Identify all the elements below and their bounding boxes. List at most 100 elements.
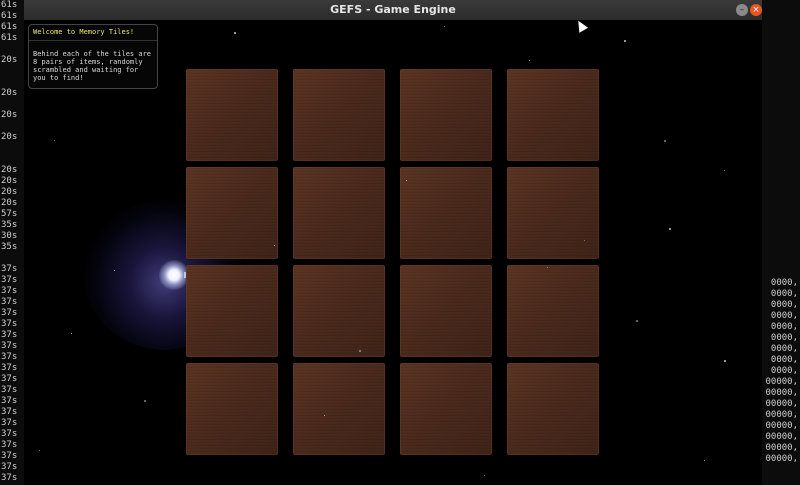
terminal-line: 00000, (765, 399, 798, 409)
panel-divider (29, 40, 157, 41)
memory-tile[interactable] (186, 69, 278, 161)
memory-tile[interactable] (507, 363, 599, 455)
memory-tile[interactable] (293, 265, 385, 357)
memory-tile[interactable] (293, 363, 385, 455)
terminal-line: 20s (1, 198, 18, 208)
terminal-line: 37s (1, 407, 18, 417)
terminal-line: 0000, (770, 355, 798, 365)
terminal-line: 0000, (770, 289, 798, 299)
terminal-line: 00000, (765, 443, 798, 453)
terminal-line: 37s (1, 308, 18, 318)
terminal-line: 37s (1, 462, 18, 472)
star (71, 333, 72, 334)
bright-star (159, 260, 189, 290)
terminal-line: 37s (1, 352, 18, 362)
star (484, 475, 485, 476)
window-title: GEFS - Game Engine (330, 3, 456, 16)
star (359, 350, 361, 352)
memory-tile[interactable] (186, 363, 278, 455)
terminal-line: 61s (1, 22, 18, 32)
close-button[interactable]: × (750, 4, 762, 16)
terminal-line: 37s (1, 473, 18, 483)
star (529, 60, 530, 61)
terminal-line: 37s (1, 319, 18, 329)
welcome-text: Behind each of the tiles are 8 pairs of … (33, 50, 152, 82)
terminal-line: 20s (1, 55, 18, 65)
terminal-line: 00000, (765, 388, 798, 398)
terminal-line: 20s (1, 187, 18, 197)
star (624, 40, 626, 42)
star (114, 270, 115, 271)
terminal-line: 0000, (770, 333, 798, 343)
terminal-line: 00000, (765, 421, 798, 431)
terminal-line: 61s (1, 0, 18, 10)
terminal-line: 37s (1, 264, 18, 274)
star (444, 26, 445, 27)
memory-tile[interactable] (186, 265, 278, 357)
terminal-line: 37s (1, 451, 18, 461)
terminal-line: 37s (1, 385, 18, 395)
star (669, 228, 671, 230)
star (144, 400, 146, 402)
star (39, 450, 40, 451)
terminal-line: 0000, (770, 300, 798, 310)
welcome-panel: Welcome to Memory Tiles! Behind each of … (28, 24, 158, 89)
terminal-line: 37s (1, 396, 18, 406)
terminal-line: 0000, (770, 278, 798, 288)
tile-grid (186, 69, 600, 457)
terminal-line: 37s (1, 418, 18, 428)
terminal-line: 37s (1, 440, 18, 450)
terminal-line: 37s (1, 374, 18, 384)
game-scene[interactable]: Welcome to Memory Tiles! Behind each of … (24, 20, 762, 485)
terminal-line: 30s (1, 231, 18, 241)
star (636, 320, 638, 322)
memory-tile[interactable] (507, 167, 599, 259)
terminal-line: 00000, (765, 454, 798, 464)
terminal-line: 37s (1, 330, 18, 340)
terminal-line: 00000, (765, 432, 798, 442)
star (724, 170, 725, 171)
star (724, 360, 726, 362)
star (54, 140, 55, 141)
terminal-line: 0000, (770, 322, 798, 332)
background-terminal-right: 0000, 0000, 0000, 0000, 0000, 0000, 0000, 0000,… (762, 0, 800, 485)
star (274, 245, 275, 246)
welcome-title: Welcome to Memory Tiles! (33, 28, 135, 36)
memory-tile[interactable] (400, 265, 492, 357)
memory-tile[interactable] (293, 69, 385, 161)
memory-tile[interactable] (293, 167, 385, 259)
minimize-button[interactable]: – (736, 4, 748, 16)
memory-tile[interactable] (400, 167, 492, 259)
memory-tile[interactable] (400, 363, 492, 455)
terminal-line: 37s (1, 341, 18, 351)
terminal-line: 20s (1, 88, 18, 98)
star (234, 32, 236, 34)
star (324, 415, 325, 416)
memory-tile[interactable] (186, 167, 278, 259)
memory-tile[interactable] (507, 265, 599, 357)
terminal-line: 37s (1, 297, 18, 307)
terminal-line: 0000, (770, 344, 798, 354)
terminal-line: 00000, (765, 410, 798, 420)
star (704, 460, 705, 461)
terminal-line: 37s (1, 286, 18, 296)
memory-tile[interactable] (400, 69, 492, 161)
terminal-line: 20s (1, 132, 18, 142)
terminal-line: 37s (1, 275, 18, 285)
terminal-line: 20s (1, 176, 18, 186)
terminal-line: 35s (1, 220, 18, 230)
star (406, 180, 407, 181)
terminal-line: 37s (1, 363, 18, 373)
terminal-line: 00000, (765, 377, 798, 387)
terminal-line: 61s (1, 11, 18, 21)
memory-tile[interactable] (507, 69, 599, 161)
terminal-line: 35s (1, 242, 18, 252)
star (584, 240, 585, 241)
title-bar[interactable]: GEFS - Game Engine – × (24, 0, 762, 21)
terminal-line: 20s (1, 110, 18, 120)
terminal-line: 0000, (770, 311, 798, 321)
game-window[interactable]: GEFS - Game Engine – × Welcome to Memory… (24, 0, 762, 485)
terminal-line: 61s (1, 33, 18, 43)
terminal-line: 57s (1, 209, 18, 219)
terminal-line: 0000, (770, 366, 798, 376)
